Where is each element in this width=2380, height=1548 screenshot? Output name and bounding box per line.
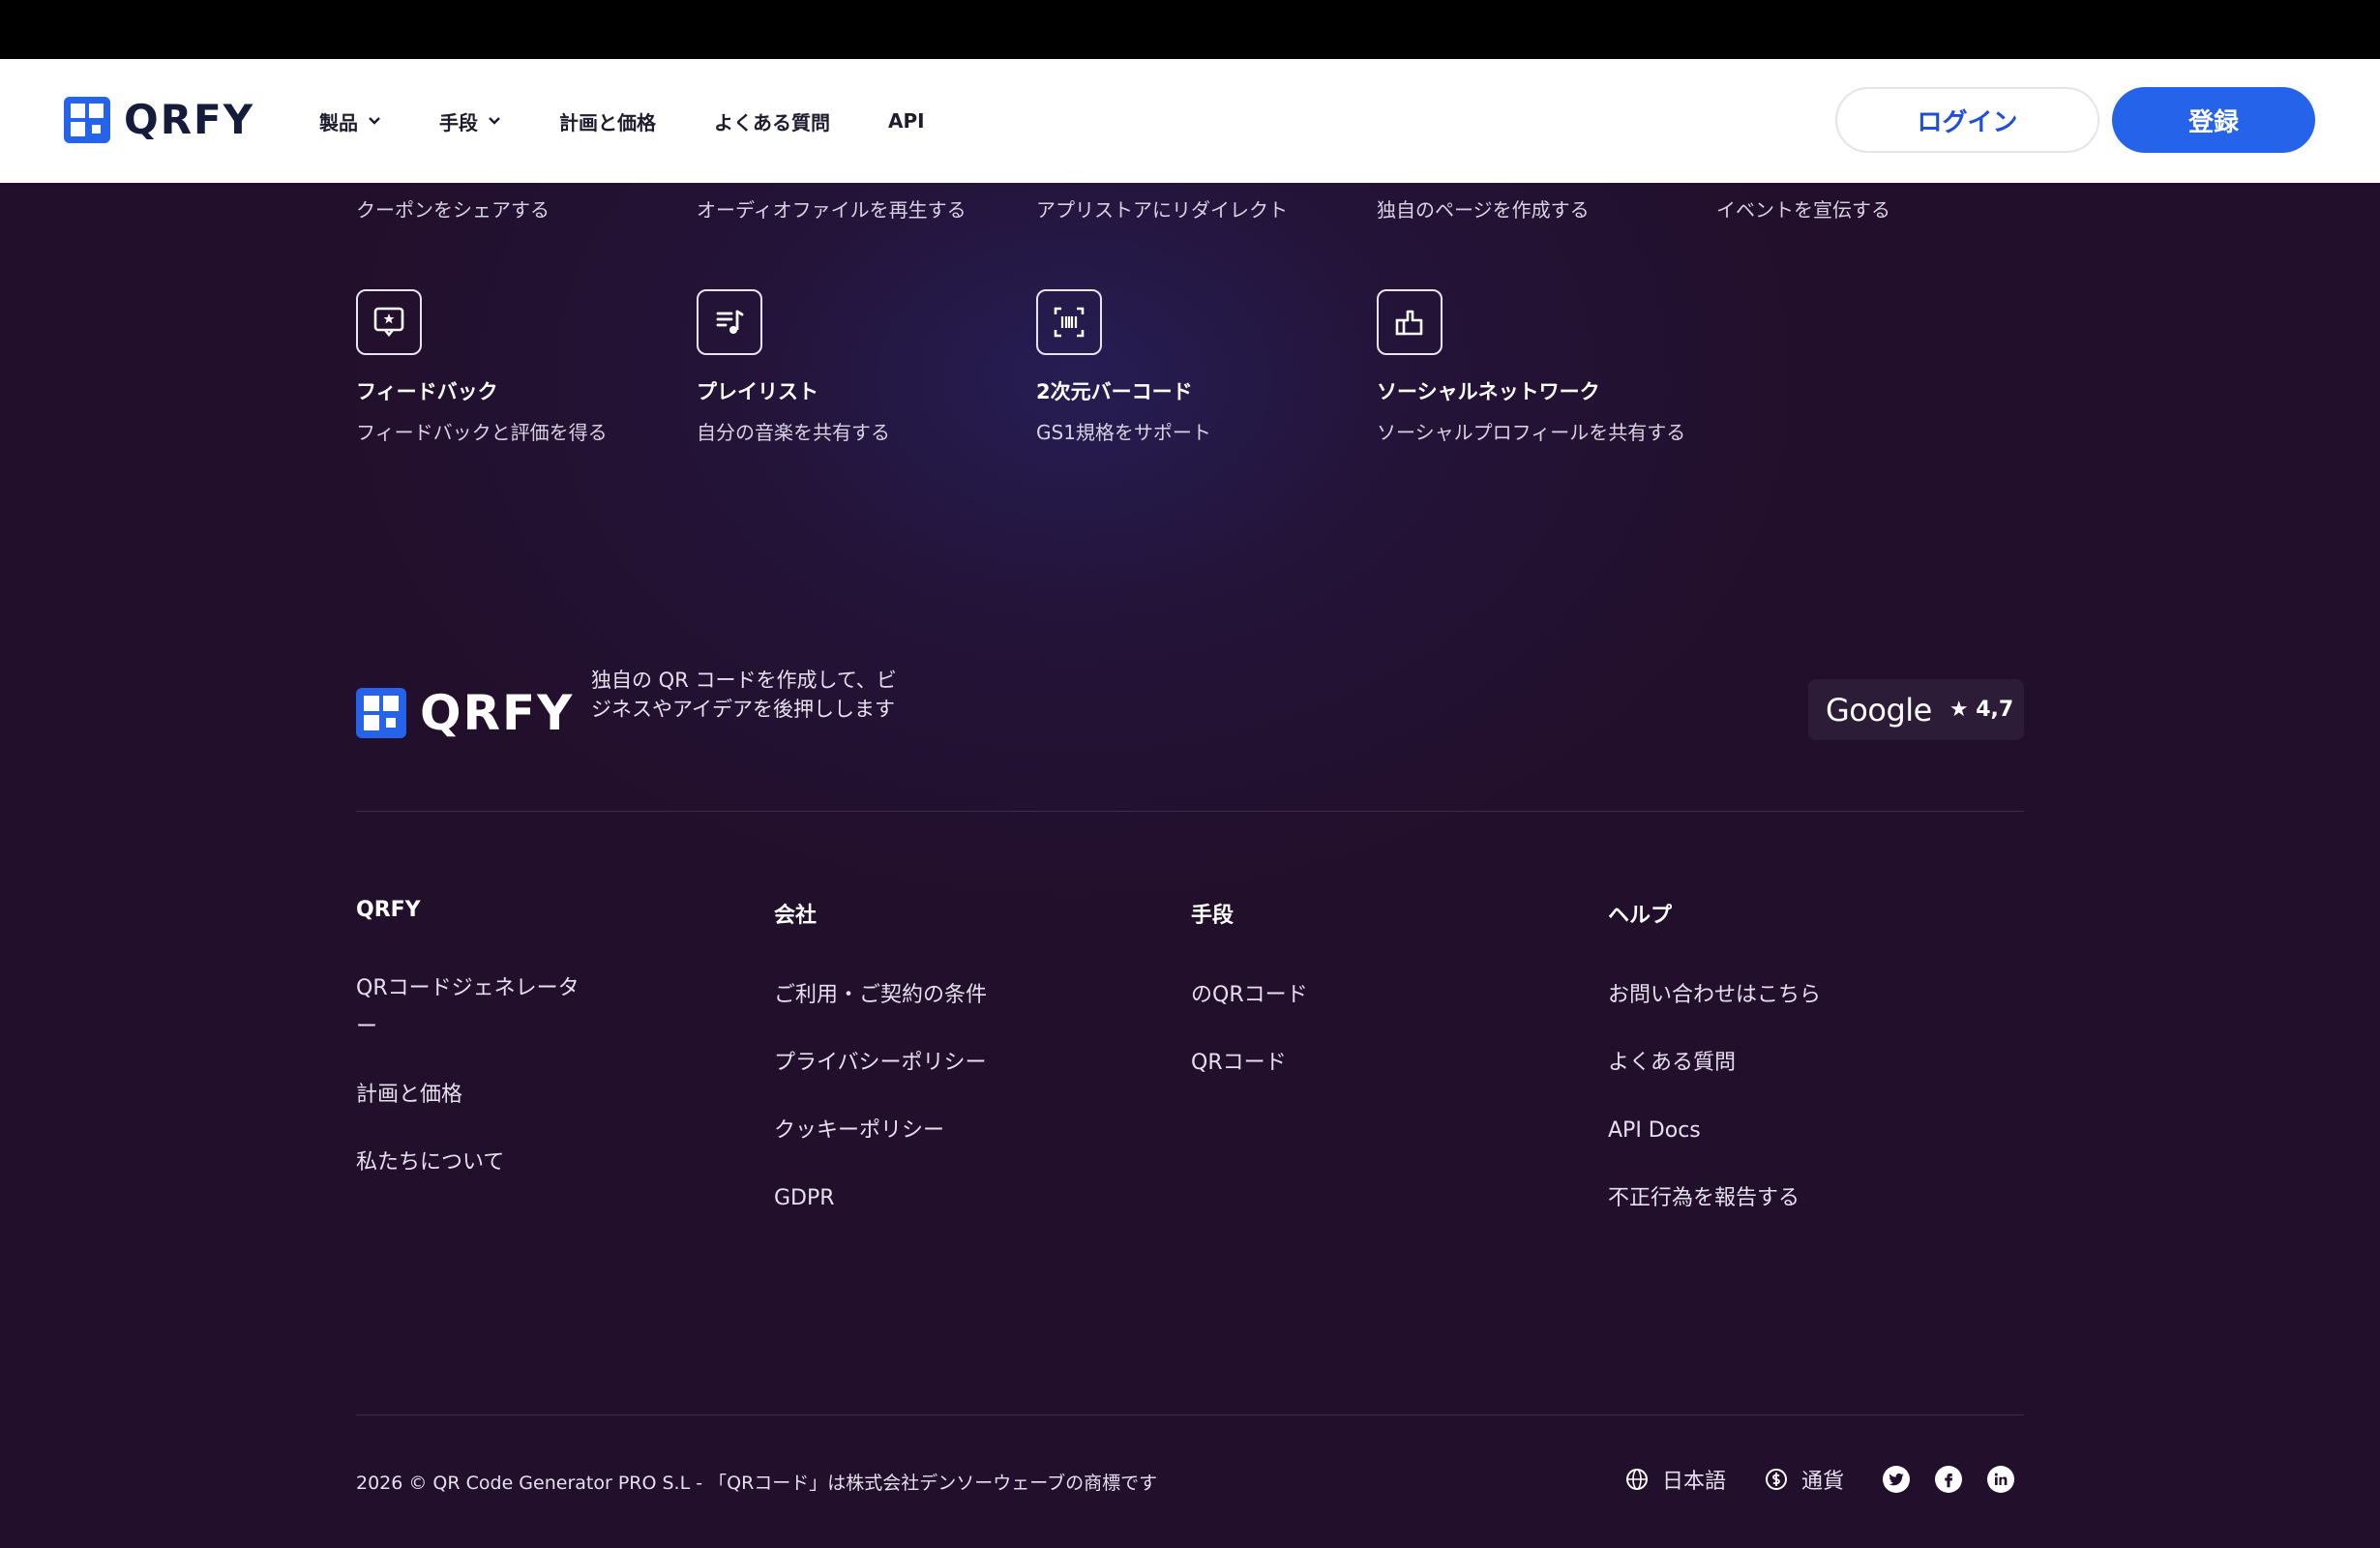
currency-label: 通貨 xyxy=(1801,1470,1845,1494)
header-logo[interactable]: QRFY xyxy=(64,96,254,143)
footer-link-report-abuse[interactable]: 不正行為を報告する xyxy=(1608,1179,1840,1218)
nav-pricing-label: 計画と価格 xyxy=(559,110,656,134)
feature-desc-landing-page[interactable]: 独自のページを作成する xyxy=(1377,194,1590,223)
copyright-text: 2026 © QR Code Generator PRO S.L - 「QRコー… xyxy=(356,1473,1158,1494)
footer-column-qrfy: QRFY QRコードジェネレーター 計画と価格 私たちについて xyxy=(356,898,588,1211)
qrfy-logo-icon xyxy=(356,688,406,738)
nav-api-label: API xyxy=(888,109,925,133)
feature-desc-app-store[interactable]: アプリストアにリダイレクト xyxy=(1036,194,1288,223)
globe-icon xyxy=(1626,1469,1648,1490)
nav-faq-label: よくある質問 xyxy=(714,110,830,134)
currency-selector[interactable]: 通貨 xyxy=(1765,1464,1844,1495)
feature-desc: 自分の音楽を共有する xyxy=(697,421,890,444)
facebook-icon[interactable] xyxy=(1935,1466,1963,1493)
footer-logo-text: QRFY xyxy=(420,685,575,741)
thumbs-up-icon xyxy=(1377,289,1443,355)
footer-column-title: QRFY xyxy=(356,898,421,922)
footer-link-about[interactable]: 私たちについて xyxy=(356,1144,588,1182)
feature-social-network[interactable]: ソーシャルネットワーク ソーシャルプロフィールを共有する xyxy=(1377,289,1706,445)
site-header: QRFY 製品 手段 計画と価格 よくある質問 API ログイン 登録 xyxy=(0,59,2380,183)
chevron-down-icon xyxy=(489,117,500,125)
nav-products-label: 製品 xyxy=(319,110,358,134)
linkedin-icon[interactable] xyxy=(1987,1466,2015,1493)
feature-desc-audio[interactable]: オーディオファイルを再生する xyxy=(697,194,967,223)
footer-link-qr-generator[interactable]: QRコードジェネレーター xyxy=(356,969,588,1047)
nav-methods[interactable]: 手段 xyxy=(439,107,501,135)
footer-column-company: 会社 ご利用・ご契約の条件 プライバシーポリシー クッキーポリシー GDPR xyxy=(774,898,1006,1247)
footer-link-cookies[interactable]: クッキーポリシー xyxy=(774,1112,1006,1150)
language-selector[interactable]: 日本語 xyxy=(1625,1464,1726,1495)
footer-divider-bottom xyxy=(356,1414,2024,1415)
feature-desc: ソーシャルプロフィールを共有する xyxy=(1377,421,1686,444)
footer-link-faq[interactable]: よくある質問 xyxy=(1608,1044,1840,1083)
footer-link-api-docs[interactable]: API Docs xyxy=(1608,1112,1840,1150)
nav-pricing[interactable]: 計画と価格 xyxy=(559,107,656,135)
qrfy-logo-icon xyxy=(64,96,110,143)
nav-api[interactable]: API xyxy=(888,109,925,133)
social-links xyxy=(1883,1466,2015,1493)
feature-desc-event[interactable]: イベントを宣伝する xyxy=(1716,194,1890,223)
footer-column-methods: 手段 のQRコード QRコード xyxy=(1191,898,1423,1112)
nav-methods-label: 手段 xyxy=(439,110,478,134)
currency-icon xyxy=(1766,1469,1788,1490)
feature-title: プレイリスト xyxy=(697,380,818,403)
footer-divider-top xyxy=(356,811,2024,812)
footer-link-pricing[interactable]: 計画と価格 xyxy=(356,1076,588,1115)
footer-bottom-controls: 日本語 通貨 xyxy=(1625,1464,2015,1495)
google-rating: ★ 4,7 xyxy=(1949,698,2014,722)
logo-text: QRFY xyxy=(124,96,255,143)
footer-link-qr-code[interactable]: QRコード xyxy=(1191,1044,1423,1083)
twitter-icon[interactable] xyxy=(1883,1466,1911,1493)
footer-link-gdpr[interactable]: GDPR xyxy=(774,1179,1006,1218)
footer-logo[interactable]: QRFY xyxy=(356,685,574,741)
feature-desc: GS1規格をサポート xyxy=(1036,421,1211,444)
nav-products[interactable]: 製品 xyxy=(319,107,381,135)
footer-column-title: 手段 xyxy=(1191,904,1235,928)
feature-feedback[interactable]: フィードバック フィードバックと評価を得る xyxy=(356,289,685,445)
footer-link-terms[interactable]: ご利用・ご契約の条件 xyxy=(774,976,1006,1015)
feature-desc: フィードバックと評価を得る xyxy=(356,421,608,444)
register-button[interactable]: 登録 xyxy=(2112,87,2315,153)
footer-column-help: ヘルプ お問い合わせはこちら よくある質問 API Docs 不正行為を報告する xyxy=(1608,898,1840,1247)
feature-playlist[interactable]: プレイリスト 自分の音楽を共有する xyxy=(697,289,1026,445)
feedback-icon xyxy=(356,289,422,355)
nav-faq[interactable]: よくある質問 xyxy=(714,107,830,135)
footer-column-title: ヘルプ xyxy=(1608,904,1673,928)
footer-tagline: 独自の QR コードを作成して、ビジネスやアイデアを後押しします xyxy=(591,669,897,721)
login-button[interactable]: ログイン xyxy=(1835,87,2099,153)
chevron-down-icon xyxy=(369,117,380,125)
page-background xyxy=(0,59,2380,1548)
feature-title: ソーシャルネットワーク xyxy=(1377,380,1600,403)
playlist-icon xyxy=(697,289,762,355)
footer-link-contact[interactable]: お問い合わせはこちら xyxy=(1608,976,1840,1015)
google-logo-text: Google xyxy=(1826,691,1932,729)
footer-link-privacy[interactable]: プライバシーポリシー xyxy=(774,1044,1006,1083)
footer-column-title: 会社 xyxy=(774,904,818,928)
browser-top-bar xyxy=(0,0,2380,59)
feature-2d-barcode[interactable]: 2次元バーコード GS1規格をサポート xyxy=(1036,289,1365,445)
feature-title: フィードバック xyxy=(356,380,498,403)
language-label: 日本語 xyxy=(1662,1470,1727,1494)
footer-link-qr-of[interactable]: のQRコード xyxy=(1191,976,1423,1015)
feature-desc-coupon[interactable]: クーポンをシェアする xyxy=(356,194,550,223)
barcode-icon xyxy=(1036,289,1102,355)
main-nav: 製品 手段 計画と価格 よくある質問 API xyxy=(319,59,983,183)
google-rating-badge[interactable]: Google ★ 4,7 xyxy=(1808,679,2024,740)
feature-title: 2次元バーコード xyxy=(1036,380,1193,403)
